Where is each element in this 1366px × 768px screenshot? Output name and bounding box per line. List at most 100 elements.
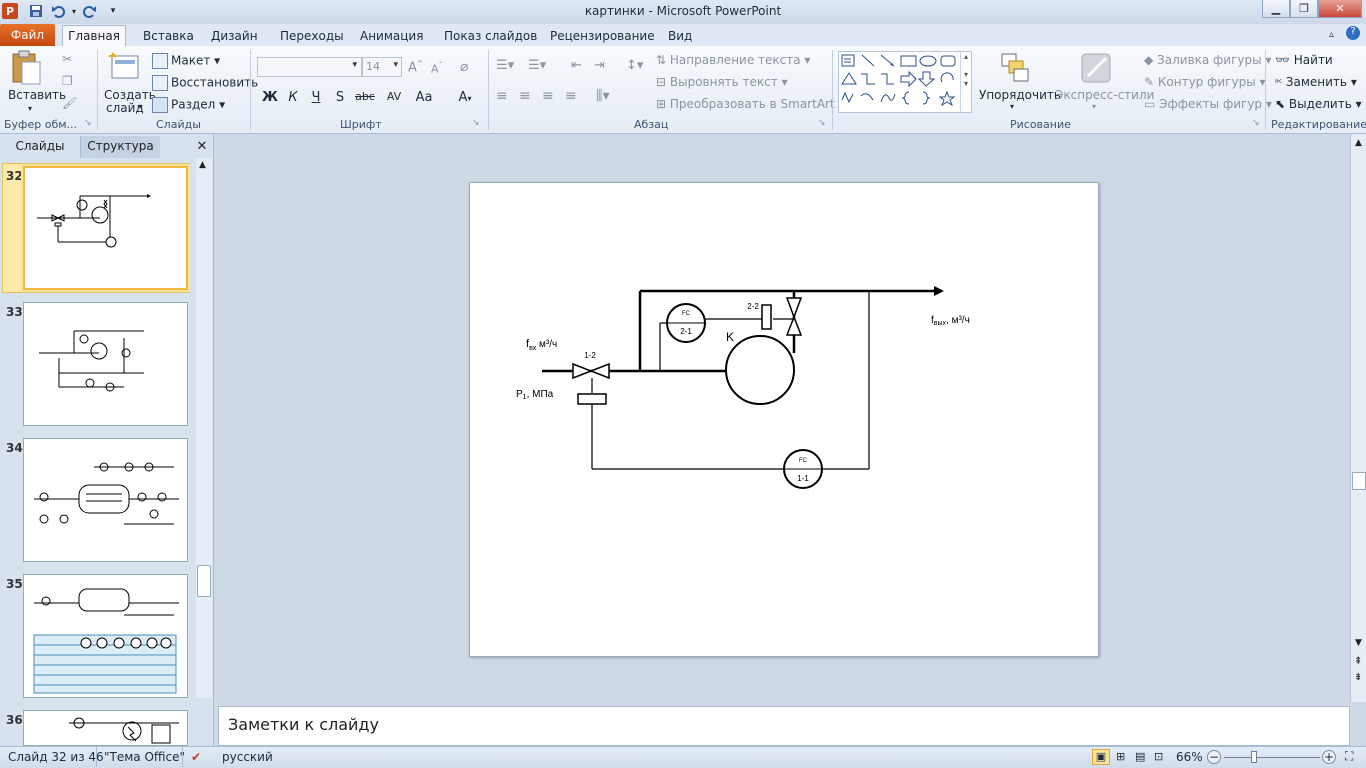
justify-icon[interactable]: ≡ — [565, 88, 577, 104]
italic-button[interactable]: К — [283, 90, 303, 108]
align-left-icon[interactable]: ≡ — [496, 88, 508, 104]
tab-design[interactable]: Дизайн — [211, 27, 258, 46]
font-size-dropdown-icon[interactable]: ▾ — [393, 60, 398, 70]
help-icon[interactable]: ? — [1346, 26, 1360, 40]
slide-thumbnail-36[interactable] — [23, 710, 188, 746]
line-spacing-icon[interactable]: ↕▾ — [626, 58, 643, 73]
minimize-button[interactable]: ▁ — [1262, 0, 1290, 18]
copy-icon[interactable]: ❐ — [62, 74, 73, 88]
tab-slideshow[interactable]: Показ слайдов — [444, 27, 537, 46]
maximize-button[interactable]: ❐ — [1290, 0, 1318, 18]
underline-button[interactable]: Ч — [306, 90, 326, 108]
layout-button[interactable]: Макет ▾ — [152, 53, 220, 69]
fit-to-window-icon[interactable]: ⛶ — [1345, 749, 1353, 764]
slide-thumbnail-32[interactable] — [23, 166, 188, 290]
select-button[interactable]: ⬉ Выделить ▾ — [1275, 97, 1362, 111]
scroll-up-icon[interactable]: ▲ — [1355, 138, 1362, 148]
font-family-dropdown-icon[interactable]: ▾ — [352, 60, 357, 70]
next-slide-icon[interactable]: ⇟ — [1354, 672, 1362, 683]
columns-icon[interactable]: ⫼▾ — [596, 88, 609, 104]
bold-button[interactable]: Ж — [260, 90, 280, 108]
arrange-dropdown-icon[interactable]: ▾ — [1010, 102, 1014, 111]
tab-outline[interactable]: Структура — [80, 136, 160, 158]
close-pane-icon[interactable]: ✕ — [192, 136, 212, 158]
char-spacing-button[interactable]: AV — [380, 90, 408, 108]
smartart-button[interactable]: ⊞ Преобразовать в SmartArt ▾ — [656, 97, 845, 111]
language[interactable]: русский — [222, 750, 273, 764]
paste-button[interactable]: Вставить — [8, 88, 66, 102]
quick-styles-dropdown-icon[interactable]: ▾ — [1092, 102, 1096, 111]
slide-sorter-icon[interactable]: ⊞ — [1116, 750, 1125, 763]
increase-indent-icon[interactable]: ⇥ — [594, 58, 605, 73]
shapes-gallery-scroll[interactable]: ▴ ▾ ▾ — [960, 52, 971, 112]
reset-button[interactable]: Восстановить — [152, 75, 258, 91]
clipboard-launcher-icon[interactable]: ↘ — [84, 118, 92, 128]
font-color-icon[interactable]: A▾ — [452, 90, 478, 108]
align-right-icon[interactable]: ≡ — [542, 88, 554, 104]
cut-icon[interactable]: ✂ — [62, 52, 72, 66]
tab-slides[interactable]: Слайды — [0, 136, 80, 158]
theme-name[interactable]: "Тема Office" — [104, 750, 185, 764]
quick-styles-icon[interactable] — [1080, 52, 1112, 87]
minimize-ribbon-icon[interactable]: ▵ — [1329, 27, 1334, 46]
find-button[interactable]: 👓 Найти — [1275, 53, 1333, 67]
change-case-button[interactable]: Aa — [410, 90, 438, 108]
tab-animation[interactable]: Анимация — [360, 27, 423, 46]
slideshow-view-icon[interactable]: ⊡ — [1154, 750, 1163, 763]
scroll-up-icon[interactable]: ▲ — [199, 160, 206, 170]
scroll-down-icon[interactable]: ▼ — [1355, 638, 1362, 648]
font-launcher-icon[interactable]: ↘ — [472, 118, 480, 128]
create-slide-label-1[interactable]: Создать — [104, 88, 156, 102]
tab-insert[interactable]: Вставка — [143, 27, 194, 46]
spellcheck-icon[interactable]: ✔ — [191, 750, 201, 764]
paragraph-launcher-icon[interactable]: ↘ — [818, 118, 826, 128]
align-text-button[interactable]: ⊟ Выровнять текст ▾ — [656, 75, 788, 89]
shrink-font-icon[interactable]: Aˇ — [431, 61, 443, 76]
paste-dropdown-icon[interactable]: ▾ — [28, 104, 32, 113]
reading-view-icon[interactable]: ▤ — [1135, 750, 1145, 763]
numbering-icon[interactable]: ☰▾ — [528, 58, 546, 73]
arrange-icon[interactable] — [1000, 52, 1030, 87]
new-slide-icon[interactable] — [108, 52, 140, 85]
arrange-button[interactable]: Упорядочить — [979, 88, 1061, 102]
create-slide-dropdown-icon[interactable]: ▾ — [138, 102, 142, 111]
normal-view-icon[interactable]: ▣ — [1092, 749, 1110, 765]
align-center-icon[interactable]: ≡ — [519, 88, 531, 104]
tab-transitions[interactable]: Переходы — [280, 27, 344, 46]
quick-styles-button[interactable]: Экспресс-стили — [1055, 88, 1154, 102]
slide-thumbnail-33[interactable] — [23, 302, 188, 426]
strikethrough-button[interactable]: abc — [352, 90, 378, 108]
slide-thumbnail-35[interactable] — [23, 574, 188, 698]
shape-fill-button[interactable]: ◆ Заливка фигуры ▾ — [1144, 53, 1271, 67]
zoom-slider-track[interactable] — [1224, 757, 1320, 758]
notes-pane[interactable]: Заметки к слайду — [218, 706, 1350, 746]
paste-icon[interactable] — [8, 50, 42, 89]
drawing-launcher-icon[interactable]: ↘ — [1252, 118, 1260, 128]
zoom-in-icon[interactable]: + — [1322, 750, 1336, 764]
zoom-slider-thumb[interactable] — [1251, 751, 1257, 763]
text-direction-button[interactable]: ⇅ Направление текста ▾ — [656, 53, 810, 67]
slide-canvas[interactable]: FC 2-1 FC 1-1 1-2 2-2 K fвх м³/ч fвых, м… — [469, 182, 1099, 657]
bullets-icon[interactable]: ☰▾ — [496, 58, 514, 73]
scroll-thumb[interactable] — [197, 565, 211, 597]
font-family-box[interactable]: ▾ — [257, 57, 362, 77]
tab-file[interactable]: Файл — [0, 24, 55, 46]
shapes-gallery[interactable]: ▴ ▾ ▾ — [838, 51, 972, 113]
tab-view[interactable]: Вид — [668, 27, 692, 46]
tab-home[interactable]: Главная — [62, 25, 126, 47]
zoom-level[interactable]: 66% — [1176, 750, 1203, 764]
tab-review[interactable]: Рецензирование — [550, 27, 655, 46]
section-button[interactable]: Раздел ▾ — [152, 97, 225, 113]
replace-button[interactable]: ᵃᶜ Заменить ▾ — [1275, 75, 1357, 89]
shape-effects-button[interactable]: ▭ Эффекты фигур ▾ — [1144, 97, 1272, 111]
editor-scrollbar[interactable]: ▲ ▼ ⇞ ⇟ — [1350, 134, 1366, 702]
font-size-box[interactable]: 14 ▾ — [362, 57, 402, 77]
decrease-indent-icon[interactable]: ⇤ — [571, 58, 582, 73]
previous-slide-icon[interactable]: ⇞ — [1354, 656, 1362, 667]
close-button[interactable]: ✕ — [1318, 0, 1362, 18]
format-painter-icon[interactable]: 🖌 — [62, 96, 77, 110]
zoom-out-icon[interactable]: − — [1207, 750, 1221, 764]
clear-format-icon[interactable]: ⌀ — [460, 59, 468, 75]
grow-font-icon[interactable]: A^ — [408, 59, 424, 75]
scroll-thumb[interactable] — [1352, 472, 1366, 490]
